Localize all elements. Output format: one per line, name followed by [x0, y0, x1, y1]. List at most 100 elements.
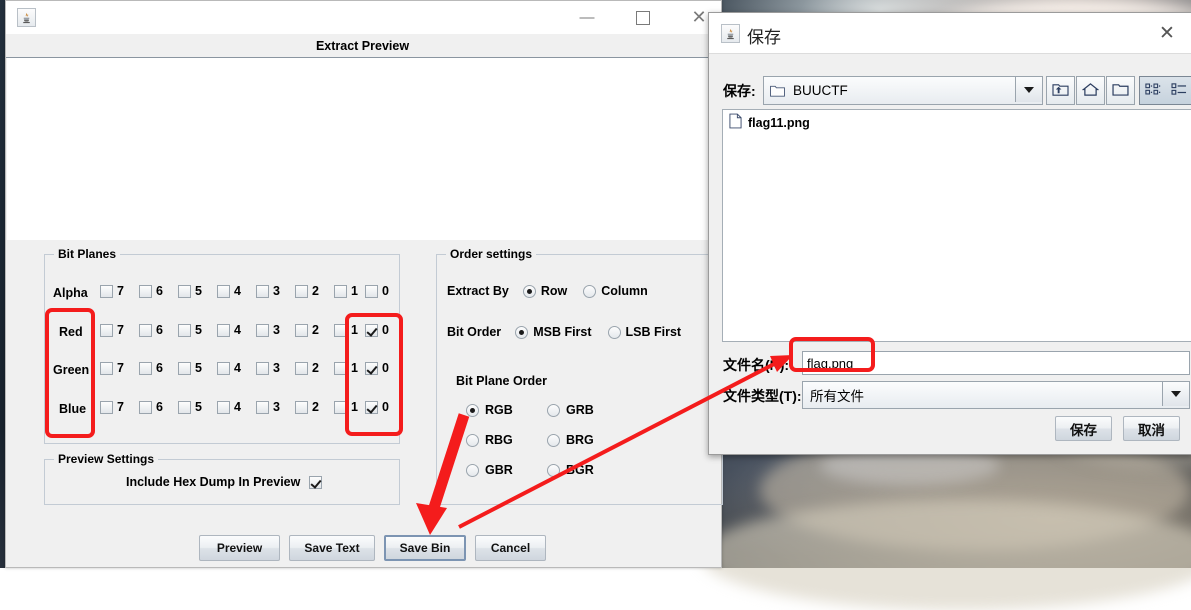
bit-checkbox-green-1[interactable]: 1: [334, 361, 358, 375]
bit-checkbox-red-2[interactable]: 2: [295, 323, 319, 337]
bit-checkbox-blue-3[interactable]: 3: [256, 400, 280, 414]
dialog-cancel-button[interactable]: 取消: [1123, 416, 1180, 441]
bit-label: 0: [382, 323, 389, 337]
page-title: Extract Preview: [315, 38, 410, 53]
bit-planes-legend: Bit Planes: [54, 247, 121, 261]
file-list[interactable]: flag11.png: [722, 109, 1191, 342]
bit-checkbox-alpha-6[interactable]: 6: [139, 284, 163, 298]
extract-preview-header: Extract Preview: [6, 34, 719, 58]
bit-checkbox-blue-1[interactable]: 1: [334, 400, 358, 414]
close-icon: ✕: [1159, 22, 1175, 44]
save-bin-button[interactable]: Save Bin: [384, 535, 466, 561]
bit-checkbox-alpha-4[interactable]: 4: [217, 284, 241, 298]
toolbar-list-view-button[interactable]: [1166, 76, 1191, 105]
toolbar-new-folder-button[interactable]: [1106, 76, 1135, 105]
checkbox-glyph: [334, 361, 347, 375]
preview-button[interactable]: Preview: [199, 535, 280, 561]
checkbox-glyph: [256, 284, 269, 298]
checkbox-glyph: [217, 361, 230, 375]
bit-checkbox-alpha-5[interactable]: 5: [178, 284, 202, 298]
bit-checkbox-green-6[interactable]: 6: [139, 361, 163, 375]
save-dialog-button-bar: 保存 取消: [1055, 416, 1180, 441]
toolbar-home-button[interactable]: [1076, 76, 1105, 105]
new-folder-icon: [1112, 82, 1129, 99]
maximize-icon: [636, 10, 650, 25]
radio-msb-first[interactable]: MSB First: [515, 325, 592, 339]
bit-checkbox-green-4[interactable]: 4: [217, 361, 241, 375]
radio-bit-plane-order-rbg[interactable]: RBG: [466, 433, 513, 447]
bit-checkbox-alpha-1[interactable]: 1: [334, 284, 358, 298]
save-in-combobox[interactable]: BUUCTF: [763, 76, 1043, 105]
radio-extract-by-column-dot: [583, 284, 597, 298]
toolbar-grid-view-button[interactable]: [1139, 76, 1168, 105]
radio-extract-by-row[interactable]: Row: [522, 284, 567, 298]
bit-plane-order-label: Bit Plane Order: [456, 374, 547, 388]
bit-label: 5: [195, 361, 202, 375]
maximize-button[interactable]: [621, 1, 665, 34]
bit-label: 1: [351, 400, 358, 414]
checkbox-glyph: [100, 323, 113, 337]
radio-bit-plane-order-grb[interactable]: GRB: [547, 403, 594, 417]
chevron-down-icon[interactable]: [1162, 382, 1189, 406]
bit-checkbox-red-6[interactable]: 6: [139, 323, 163, 337]
bit-checkbox-green-5[interactable]: 5: [178, 361, 202, 375]
radio-extract-by-column[interactable]: Column: [583, 284, 648, 298]
dialog-save-button[interactable]: 保存: [1055, 416, 1112, 441]
checkbox-glyph: [100, 361, 113, 375]
include-hex-dump-checkbox[interactable]: [309, 475, 323, 489]
bit-checkbox-blue-2[interactable]: 2: [295, 400, 319, 414]
checkbox-glyph: [178, 323, 191, 337]
bit-checkbox-alpha-2[interactable]: 2: [295, 284, 319, 298]
cancel-button[interactable]: Cancel: [475, 535, 546, 561]
extract-by-label: Extract By: [447, 284, 509, 298]
bit-checkbox-blue-5[interactable]: 5: [178, 400, 202, 414]
checkbox-glyph: [217, 284, 230, 298]
save-dialog: 保存 ✕ 保存: BUUCTF flag11.png 文件名(N): flag.…: [708, 12, 1191, 455]
bit-checkbox-red-1[interactable]: 1: [334, 323, 358, 337]
bit-checkbox-green-3[interactable]: 3: [256, 361, 280, 375]
bit-checkbox-blue-4[interactable]: 4: [217, 400, 241, 414]
radio-extract-by-column-label: Column: [601, 284, 648, 298]
bit-checkbox-green-0[interactable]: 0: [365, 361, 389, 375]
save-dialog-titlebar: 保存 ✕: [709, 13, 1191, 54]
radio-bit-plane-order-brg[interactable]: BRG: [547, 433, 594, 447]
save-text-button[interactable]: Save Text: [289, 535, 375, 561]
bit-label: 6: [156, 400, 163, 414]
list-item[interactable]: flag11.png: [723, 110, 1191, 135]
bit-checkbox-red-4[interactable]: 4: [217, 323, 241, 337]
bit-label: 5: [195, 400, 202, 414]
bit-label: 0: [382, 361, 389, 375]
order-settings-legend: Order settings: [446, 247, 537, 261]
bit-checkbox-alpha-3[interactable]: 3: [256, 284, 280, 298]
bit-checkbox-alpha-0[interactable]: 0: [365, 284, 389, 298]
bit-order-label: Bit Order: [447, 325, 502, 339]
radio-bit-plane-order-gbr[interactable]: GBR: [466, 463, 513, 477]
bit-plane-row-label-red: Red: [59, 325, 83, 339]
chevron-down-icon[interactable]: [1015, 77, 1042, 102]
save-bin-button-label: Save Bin: [399, 541, 451, 555]
filename-input[interactable]: flag.png: [802, 351, 1190, 375]
radio-bit-plane-order-bgr[interactable]: BGR: [547, 463, 594, 477]
radio-glyph: [466, 463, 479, 477]
save-dialog-close-button[interactable]: ✕: [1152, 21, 1182, 45]
bit-checkbox-blue-7[interactable]: 7: [100, 400, 124, 414]
toolbar-up-folder-button[interactable]: [1046, 76, 1075, 105]
cancel-button-label: Cancel: [490, 541, 531, 555]
file-icon: [729, 113, 742, 132]
bit-checkbox-red-3[interactable]: 3: [256, 323, 280, 337]
bit-checkbox-red-7[interactable]: 7: [100, 323, 124, 337]
radio-bit-plane-order-rgb[interactable]: RGB: [466, 403, 513, 417]
filetype-combobox[interactable]: 所有文件: [802, 381, 1190, 409]
bit-checkbox-green-7[interactable]: 7: [100, 361, 124, 375]
bit-checkbox-red-5[interactable]: 5: [178, 323, 202, 337]
bit-checkbox-blue-6[interactable]: 6: [139, 400, 163, 414]
checkbox-glyph: [334, 400, 347, 414]
bit-checkbox-blue-0[interactable]: 0: [365, 400, 389, 414]
bit-checkbox-red-0[interactable]: 0: [365, 323, 389, 337]
bit-checkbox-alpha-7[interactable]: 7: [100, 284, 124, 298]
minimize-button[interactable]: —: [565, 1, 609, 34]
radio-lsb-first[interactable]: LSB First: [607, 325, 681, 339]
extract-by-row: Extract By Row Column: [447, 284, 648, 298]
bit-checkbox-green-2[interactable]: 2: [295, 361, 319, 375]
radio-glyph: [547, 463, 560, 477]
